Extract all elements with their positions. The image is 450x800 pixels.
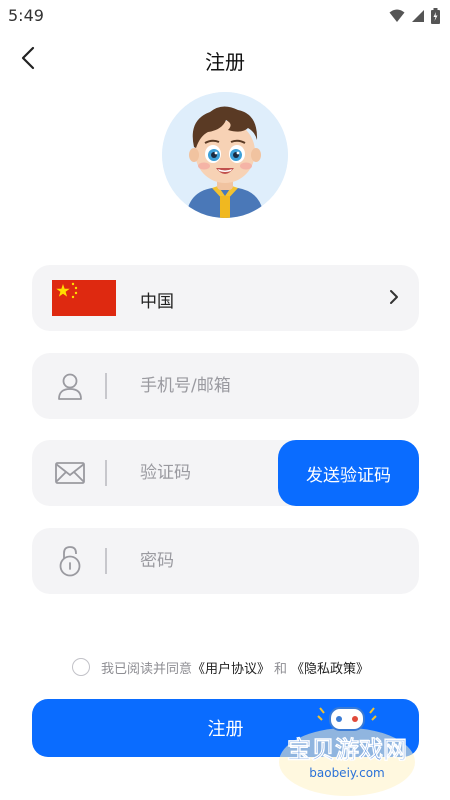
field-divider — [105, 460, 107, 486]
lock-icon — [54, 545, 86, 577]
phone-email-field — [32, 353, 419, 419]
battery-icon — [431, 8, 440, 24]
privacy-policy-link[interactable]: 《隐私政策》 — [291, 658, 369, 677]
password-field — [32, 528, 419, 594]
watermark-domain: baobeiy.com — [309, 766, 384, 780]
register-button[interactable]: 注册 — [32, 699, 419, 757]
page-title: 注册 — [205, 50, 245, 74]
avatar — [162, 92, 288, 218]
password-input[interactable] — [140, 528, 400, 594]
boy-avatar-illustration — [162, 92, 288, 218]
status-bar: 5:49 — [0, 0, 450, 32]
wifi-icon — [389, 9, 405, 22]
status-icons — [389, 8, 440, 24]
agreement-row: 我已阅读并同意 《用户协议》 和 《隐私政策》 — [72, 656, 369, 678]
signal-icon — [412, 10, 424, 22]
phone-email-input[interactable] — [140, 353, 400, 419]
verification-code-input[interactable] — [140, 440, 270, 506]
agreement-checkbox[interactable] — [72, 658, 90, 676]
user-agreement-link[interactable]: 《用户协议》 — [192, 658, 270, 677]
field-divider — [105, 548, 107, 574]
user-icon — [54, 370, 86, 402]
nav-bar: 注册 — [0, 38, 450, 78]
region-label: 中国 — [140, 292, 174, 312]
region-selector[interactable]: 中国 — [32, 265, 419, 331]
agreement-and: 和 — [274, 661, 288, 677]
mail-icon — [54, 457, 86, 489]
send-code-button[interactable]: 发送验证码 — [278, 440, 419, 506]
agreement-text: 我已阅读并同意 — [101, 661, 193, 677]
status-time: 5:49 — [8, 6, 44, 25]
chevron-right-icon — [390, 290, 398, 304]
china-flag-icon — [52, 280, 116, 316]
field-divider — [105, 373, 107, 399]
